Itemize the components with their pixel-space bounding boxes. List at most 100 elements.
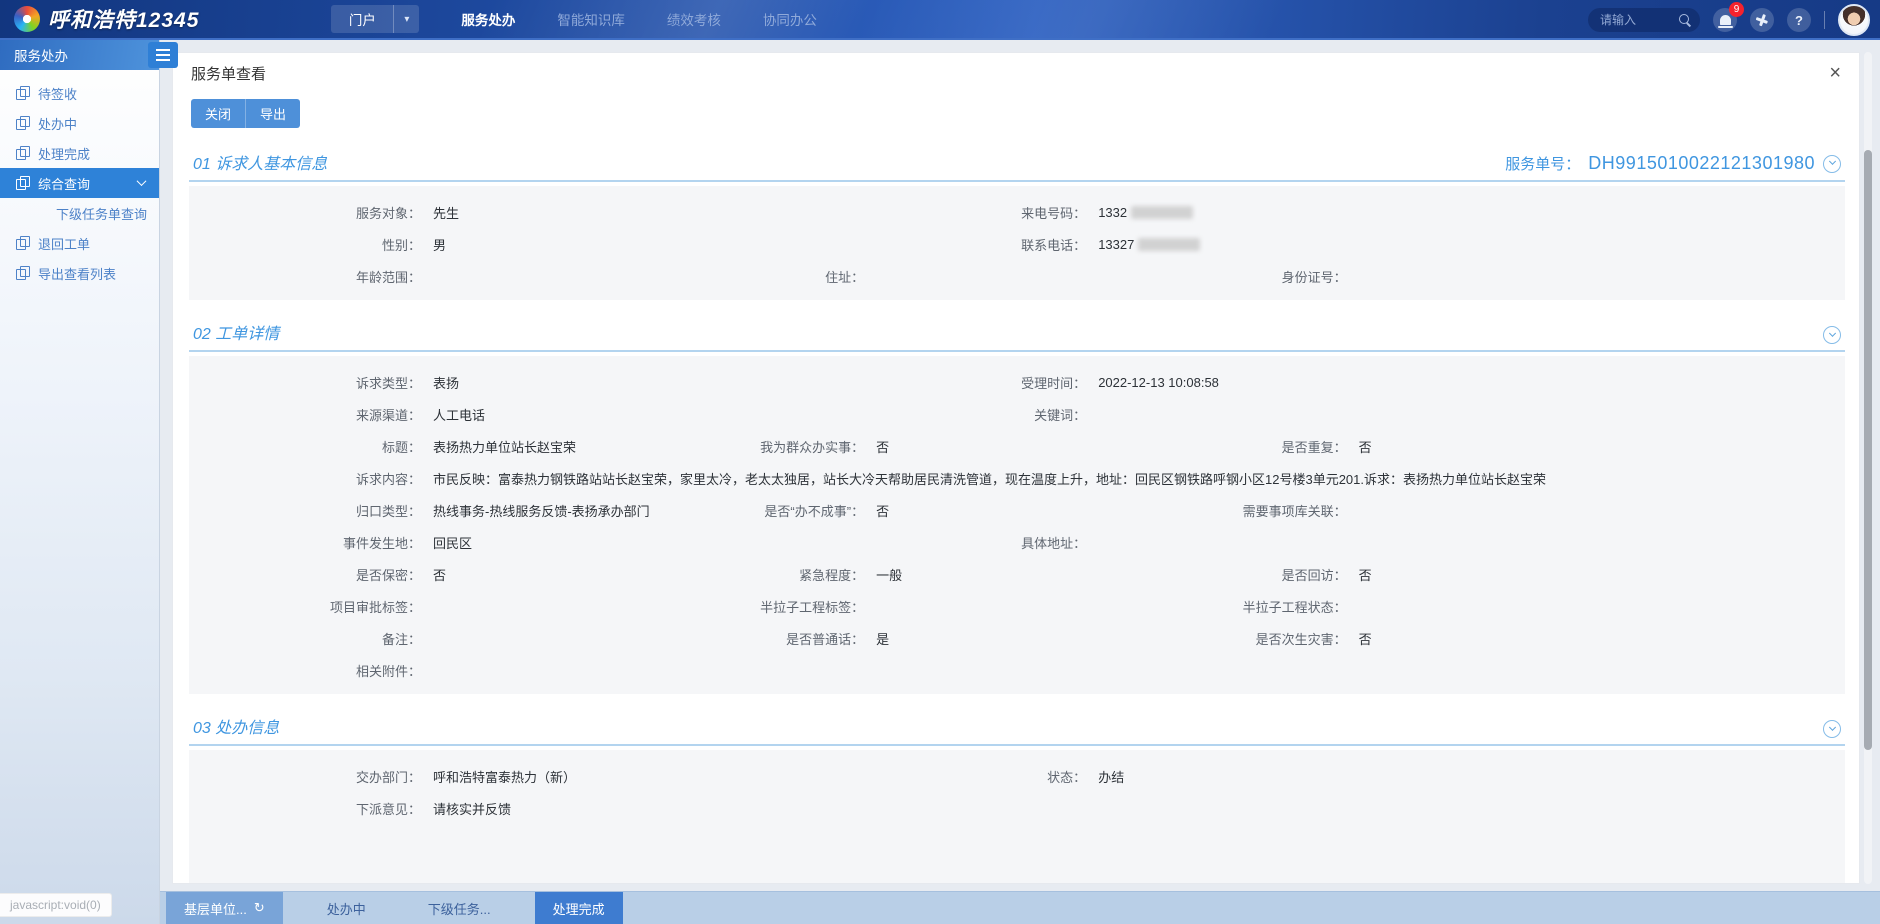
field-cell: 是否回访：否 xyxy=(1183,565,1845,584)
field-value: 一般 xyxy=(876,565,902,584)
field-cell: 受理时间：2022-12-13 10:08:58 xyxy=(934,373,1845,392)
sidebar-item[interactable]: 下级任务单查询 xyxy=(0,198,159,228)
section-body: 交办部门：呼和浩特富泰热力（新）状态：办结下派意见：请核实并反馈 xyxy=(189,750,1845,884)
divider xyxy=(1824,11,1825,29)
field-value: 回民区 xyxy=(433,533,472,552)
collapse-section-icon[interactable] xyxy=(1823,326,1841,344)
nav-item[interactable]: 服务处办 xyxy=(461,9,515,29)
toolbar: 关闭 导出 xyxy=(173,93,1859,138)
field-label: 年龄范围： xyxy=(189,267,433,286)
field-row: 来源渠道：人工电话关键词： xyxy=(189,398,1845,430)
nav-item[interactable]: 协同办公 xyxy=(763,9,817,29)
portal-menu-button[interactable]: 门户 ▾ xyxy=(331,5,419,33)
collapse-section-icon[interactable] xyxy=(1823,720,1841,738)
sidebar-item[interactable]: 退回工单 xyxy=(0,228,159,258)
field-label: 下派意见： xyxy=(189,799,433,818)
field-label: 归口类型： xyxy=(189,501,433,520)
document-icon xyxy=(16,176,30,190)
section-body: 诉求类型：表扬受理时间：2022-12-13 10:08:58来源渠道：人工电话… xyxy=(189,356,1845,694)
redacted-value xyxy=(1138,238,1200,251)
export-button[interactable]: 导出 xyxy=(245,99,300,128)
collapse-section-icon[interactable] xyxy=(1823,155,1841,173)
sidebar-item[interactable]: 处办中 xyxy=(0,108,159,138)
field-label: 半拉子工程标签： xyxy=(742,597,876,616)
footer-tab[interactable]: 处理完成 xyxy=(535,892,623,924)
close-icon[interactable]: × xyxy=(1829,63,1841,83)
field-value: 先生 xyxy=(433,203,459,222)
question-icon: ? xyxy=(1795,13,1803,28)
footer-tab-label: 处办中 xyxy=(327,899,366,918)
field-label: 交办部门： xyxy=(189,767,433,786)
field-value: 否 xyxy=(1359,565,1372,584)
section-header-right: 服务单号：DH9915010022121301980 xyxy=(1505,153,1841,174)
footer-tab[interactable]: 处办中 xyxy=(309,892,384,924)
service-ticket-panel: 服务单查看 × 关闭 导出 01 诉求人基本信息服务单号：DH991501002… xyxy=(172,52,1860,884)
field-cell: 紧急程度：一般 xyxy=(742,565,1182,584)
notifications-button[interactable]: 9 xyxy=(1713,8,1737,32)
field-cell: 服务对象：先生 xyxy=(189,203,934,222)
field-cell: 是否普通话：是 xyxy=(742,629,1182,648)
nav-item[interactable]: 绩效考核 xyxy=(667,9,721,29)
document-icon xyxy=(16,236,30,250)
field-label: 我为群众办实事： xyxy=(742,437,876,456)
footer-tab[interactable]: 下级任务... xyxy=(410,892,509,924)
order-no-label: 服务单号： xyxy=(1505,153,1580,174)
scrollbar-track[interactable] xyxy=(1864,52,1872,884)
field-row: 相关附件： xyxy=(189,654,1845,686)
topbar-menu: 服务处办 智能知识库 绩效考核 协同办公 xyxy=(461,9,817,29)
sidebar-item-label: 处办中 xyxy=(38,114,77,133)
field-cell: 住址： xyxy=(742,267,1182,286)
navigation-button[interactable] xyxy=(1750,8,1774,32)
chevron-down-icon xyxy=(1828,723,1835,730)
caret-down-icon[interactable]: ▾ xyxy=(393,5,419,33)
search-icon[interactable] xyxy=(1678,13,1692,27)
field-label: 来电号码： xyxy=(934,203,1098,222)
field-row: 交办部门：呼和浩特富泰热力（新）状态：办结 xyxy=(189,760,1845,792)
sidebar-item[interactable]: 处理完成 xyxy=(0,138,159,168)
help-button[interactable]: ? xyxy=(1787,8,1811,32)
field-value: 表扬 xyxy=(433,373,459,392)
sidebar-item-label: 导出查看列表 xyxy=(38,264,116,283)
close-button[interactable]: 关闭 xyxy=(191,99,245,128)
redacted-value xyxy=(1131,206,1193,219)
field-label: 备注： xyxy=(189,629,433,648)
refresh-icon[interactable]: ↻ xyxy=(254,900,265,916)
field-cell: 具体地址： xyxy=(934,533,1845,552)
field-value: 表扬热力单位站长赵宝荣 xyxy=(433,437,576,456)
field-label: 是否次生灾害： xyxy=(1183,629,1359,648)
field-label: 项目审批标签： xyxy=(189,597,433,616)
sidebar-item[interactable]: 导出查看列表 xyxy=(0,258,159,288)
field-label: 身份证号： xyxy=(1183,267,1359,286)
topbar-search[interactable] xyxy=(1588,8,1700,32)
field-row: 标题：表扬热力单位站长赵宝荣我为群众办实事：否是否重复：否 xyxy=(189,430,1845,462)
document-icon xyxy=(16,116,30,130)
sidebar-item[interactable]: 综合查询 xyxy=(0,168,159,198)
section-title: 03 处办信息 xyxy=(193,714,279,738)
field-cell: 是否次生灾害：否 xyxy=(1183,629,1845,648)
field-cell: 相关附件： xyxy=(189,661,1845,680)
search-input[interactable] xyxy=(1600,13,1678,27)
topbar-right-controls: 9 ? xyxy=(1588,0,1880,40)
field-label: 状态： xyxy=(934,767,1098,786)
sidebar-title: 服务处办 xyxy=(14,45,68,65)
section-01: 01 诉求人基本信息服务单号：DH9915010022121301980服务对象… xyxy=(189,142,1845,300)
sidebar-item[interactable]: 待签收 xyxy=(0,78,159,108)
section-03: 03 处办信息交办部门：呼和浩特富泰热力（新）状态：办结下派意见：请核实并反馈 xyxy=(189,706,1845,884)
field-value: 呼和浩特富泰热力（新） xyxy=(433,767,576,786)
app-logo-icon xyxy=(14,6,40,32)
scrollbar-thumb[interactable] xyxy=(1864,150,1872,750)
footer-tab-label: 下级任务... xyxy=(428,899,491,918)
sidebar-menu: 待签收处办中处理完成综合查询下级任务单查询退回工单导出查看列表 xyxy=(0,70,159,288)
field-label: 紧急程度： xyxy=(742,565,876,584)
field-cell: 我为群众办实事：否 xyxy=(742,437,1182,456)
field-cell: 标题：表扬热力单位站长赵宝荣 xyxy=(189,437,742,456)
sidebar-collapse-button[interactable] xyxy=(148,42,178,68)
panel-title-row: 服务单查看 × xyxy=(173,53,1859,93)
user-avatar[interactable] xyxy=(1838,4,1870,36)
field-cell: 半拉子工程状态： xyxy=(1183,597,1845,616)
field-label: 具体地址： xyxy=(934,533,1098,552)
sidebar-item-label: 下级任务单查询 xyxy=(56,204,147,223)
footer-tab-label: 基层单位... xyxy=(184,899,247,918)
footer-tab[interactable]: 基层单位... ↻ xyxy=(166,892,283,924)
nav-item[interactable]: 智能知识库 xyxy=(557,9,625,29)
